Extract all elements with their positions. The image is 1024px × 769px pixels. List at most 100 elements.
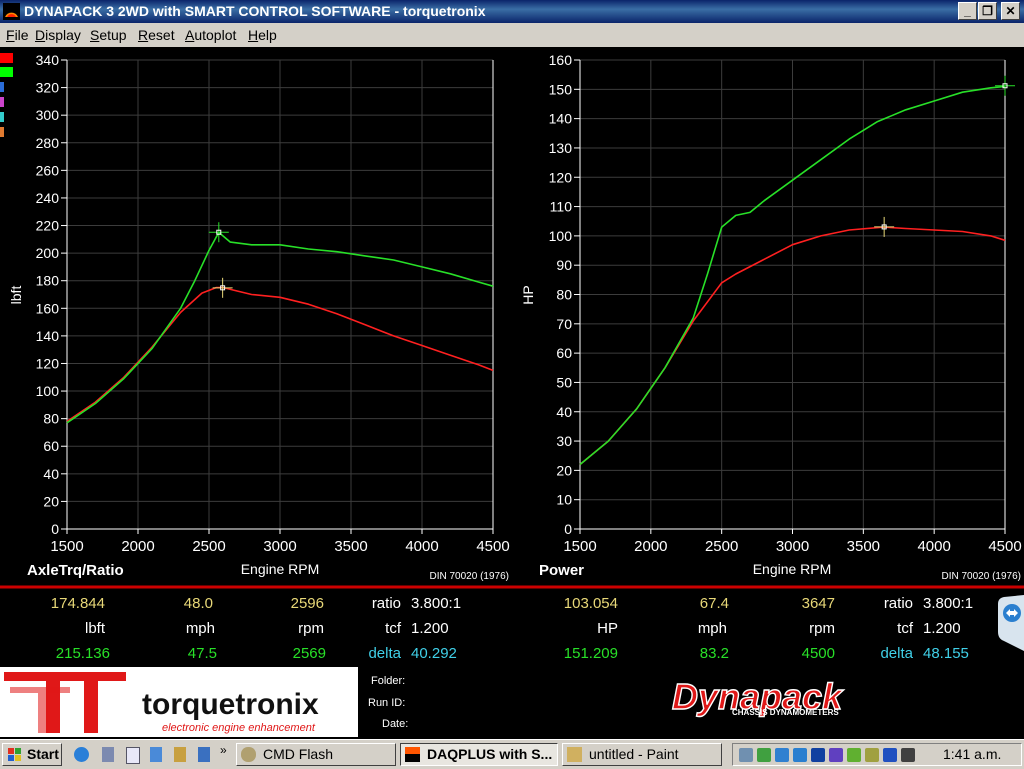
volume-icon[interactable]	[901, 748, 915, 762]
power-ratio-value: 3.800:1	[923, 595, 973, 612]
run-id-label: Run ID:	[368, 697, 405, 709]
menu-file[interactable]: File	[6, 27, 29, 43]
power-ytick-label: 10	[556, 492, 572, 508]
power-chart: 1500 2000 2500 3000 3500 4000 4500 0 10 20 30 40 50 6…	[549, 52, 1022, 555]
cmd-flash-label: CMD Flash	[263, 746, 334, 762]
tool-icon[interactable]	[174, 747, 186, 762]
torque-ytick-label: 320	[36, 80, 60, 96]
system-tray: 1:41 a.m.	[732, 743, 1022, 766]
cmd-flash-icon	[241, 747, 256, 762]
green-swatch[interactable]	[0, 67, 13, 77]
logo-brand: torquetronix	[142, 688, 319, 721]
power-ytick-label: 130	[549, 140, 573, 156]
power-speed-unit: mph	[698, 620, 727, 637]
network-icon[interactable]	[757, 748, 771, 762]
rpm-unit: rpm	[298, 620, 324, 637]
calculator-icon[interactable]	[102, 747, 114, 762]
start-button[interactable]: Start	[2, 743, 62, 766]
torque-ytick-label: 120	[36, 355, 60, 371]
power-ytick-label: 160	[549, 52, 573, 68]
torque-ytick-label: 260	[36, 162, 60, 178]
bluetooth-icon[interactable]	[883, 748, 897, 762]
teamviewer-widget[interactable]	[998, 595, 1024, 651]
quick-launch: »	[68, 743, 230, 765]
blue-swatch[interactable]	[0, 82, 4, 92]
start-label: Start	[27, 746, 59, 762]
chevron-icon[interactable]: »	[220, 743, 227, 757]
power-xtick-label: 3500	[847, 538, 880, 555]
taskbar: Start » CMD Flash DAQPLUS with S... unti…	[0, 739, 1024, 769]
torque-ytick-label: 140	[36, 328, 60, 344]
cyan-swatch[interactable]	[0, 112, 4, 122]
torque-ytick-label: 160	[36, 300, 60, 316]
power-ytick-label: 90	[556, 257, 572, 273]
torque-chart-title: AxleTrq/Ratio	[27, 562, 124, 579]
taskbar-cmd-flash[interactable]: CMD Flash	[236, 743, 396, 766]
power-xtick-label: 1500	[563, 538, 596, 555]
red-power-value: 103.054	[564, 595, 618, 612]
power-xtick-label: 2500	[705, 538, 738, 555]
power-ytick-label: 50	[556, 374, 572, 390]
green-power-value: 151.209	[564, 645, 618, 662]
edit-icon[interactable]	[198, 747, 210, 762]
power-xlabel: Engine RPM	[753, 561, 832, 577]
power-ytick-label: 140	[549, 111, 573, 127]
torque-ytick-label: 340	[36, 52, 60, 68]
taskbar-daqplus[interactable]: DAQPLUS with S...	[400, 743, 558, 766]
arrows-icon[interactable]	[829, 748, 843, 762]
magenta-swatch[interactable]	[0, 97, 4, 107]
torque-xtick-label: 2000	[121, 538, 154, 555]
power-red-cursor[interactable]	[874, 216, 895, 237]
power-green-cursor[interactable]	[995, 75, 1015, 96]
nvidia-icon[interactable]	[847, 748, 861, 762]
power-ytick-label: 120	[549, 169, 573, 185]
torque-ytick-label: 100	[36, 383, 60, 399]
power-ytick-label: 60	[556, 345, 572, 361]
power-xtick-label: 4500	[988, 538, 1021, 555]
torque-ytick-label: 60	[43, 438, 59, 454]
minimize-button[interactable]: _	[958, 2, 977, 20]
hardware-icon[interactable]	[865, 748, 879, 762]
red-swatch[interactable]	[0, 53, 13, 63]
power-ytick-label: 70	[556, 316, 572, 332]
media-icon[interactable]	[811, 748, 825, 762]
menu-help[interactable]: Help	[248, 27, 277, 43]
power-xtick-label: 2000	[634, 538, 667, 555]
power-ytick-label: 80	[556, 287, 572, 303]
menu-autoplot[interactable]: Autoplot	[185, 27, 236, 43]
teamviewer-tray-icon[interactable]	[793, 748, 807, 762]
power-xtick-label: 3000	[776, 538, 809, 555]
title-bar: DYNAPACK 3 2WD with SMART CONTROL SOFTWA…	[0, 0, 1024, 23]
torque-xtick-label: 1500	[50, 538, 83, 555]
torque-xtick-label: 3500	[334, 538, 367, 555]
speed-unit: mph	[186, 620, 215, 637]
green-rpm-value: 2569	[293, 645, 326, 662]
power-readout: 103.054 67.4 3647 ratio 3.800:1 HP mph r…	[564, 595, 973, 662]
tcf-value: 1.200	[411, 620, 449, 637]
red-power-rpm: 3647	[802, 595, 835, 612]
menu-display[interactable]: Display	[35, 27, 81, 43]
document-icon[interactable]	[150, 747, 162, 762]
ie-icon[interactable]	[74, 747, 89, 762]
torque-xtick-label: 3000	[263, 538, 296, 555]
printer-icon[interactable]	[739, 748, 753, 762]
notepad-icon[interactable]	[126, 747, 140, 764]
skype-icon[interactable]	[775, 748, 789, 762]
taskbar-paint[interactable]: untitled - Paint	[562, 743, 722, 766]
torque-readout: 174.844 48.0 2596 ratio 3.800:1 lbft mph…	[51, 595, 461, 662]
delta-value: 40.292	[411, 645, 457, 662]
menu-setup[interactable]: Setup	[90, 27, 127, 43]
clock: 1:41 a.m.	[943, 746, 1002, 762]
restore-button[interactable]: ❐	[978, 2, 997, 20]
red-rpm-value: 2596	[291, 595, 324, 612]
torque-unit: lbft	[85, 620, 106, 637]
power-unit: HP	[597, 620, 618, 637]
orange-swatch[interactable]	[0, 127, 4, 137]
date-label: Date:	[382, 718, 408, 730]
paint-icon	[567, 747, 582, 762]
delta-label: delta	[368, 645, 401, 662]
green-power-speed: 83.2	[700, 645, 729, 662]
menu-reset[interactable]: Reset	[138, 27, 175, 43]
close-button[interactable]: ✕	[1001, 2, 1020, 20]
torque-chart: 1500 2000 2500 3000 3500 4000 4500 0 20 40 60 80 100…	[36, 52, 510, 555]
